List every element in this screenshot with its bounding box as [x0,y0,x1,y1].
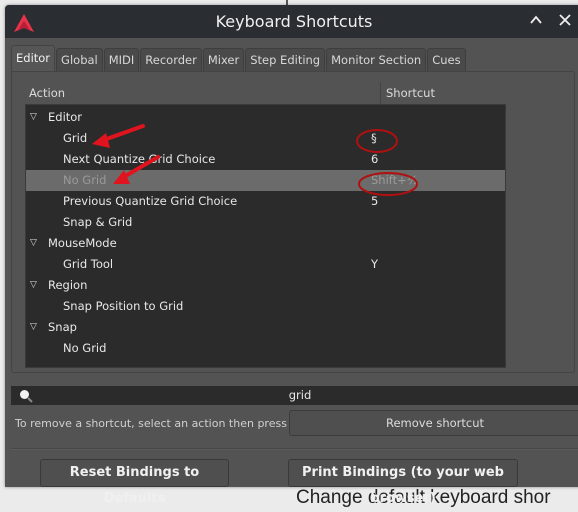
expander-triangle-icon[interactable]: ▽ [30,233,37,254]
chevron-up-icon [530,15,542,24]
column-header-shortcut[interactable]: Shortcut [380,82,435,104]
tree-action-row[interactable]: Snap & Grid [26,212,505,233]
tree-action-row[interactable]: No Grid Shift+½ [26,170,505,191]
expander-triangle-icon[interactable]: ▽ [30,317,37,338]
shortcut-value: § [371,131,377,145]
reset-bindings-button[interactable]: Reset Bindings to Defaults [40,459,229,506]
remove-shortcut-hint: To remove a shortcut, select an action t… [15,417,315,430]
action-label: No Grid [63,173,107,187]
tree-group-row[interactable]: ▽ Snap [26,317,505,338]
divider [11,448,578,450]
close-button[interactable] [554,11,576,33]
tab-mixer[interactable]: Mixer [202,48,245,71]
action-label: Region [48,278,88,292]
minimize-button[interactable] [525,11,547,33]
tree-action-row[interactable]: Previous Quantize Grid Choice 5 [26,191,505,212]
action-label: Snap & Grid [63,215,133,229]
shortcut-value: 5 [371,194,379,208]
tree-action-row[interactable]: No Grid [26,338,505,359]
tree-group-row[interactable]: ▽ Editor [26,107,505,128]
tab-global[interactable]: Global [56,48,103,71]
shortcut-value: 6 [371,152,379,166]
print-bindings-button[interactable]: Print Bindings (to your web browser) [288,459,518,506]
titlebar[interactable]: Keyboard Shortcuts [5,5,578,38]
tree-action-row[interactable]: Next Quantize Grid Choice 6 [26,149,505,170]
tab-cues[interactable]: Cues [427,48,466,71]
action-label: Previous Quantize Grid Choice [63,194,238,208]
action-label: Next Quantize Grid Choice [63,152,216,166]
close-icon [559,14,571,26]
action-label: Grid [63,131,88,145]
shortcut-value: Shift+½ [371,173,418,187]
action-label: Grid Tool [63,257,114,271]
window-title: Keyboard Shortcuts [215,12,373,31]
expander-triangle-icon[interactable]: ▽ [30,107,37,128]
shortcut-value: Y [371,257,379,271]
search-input[interactable]: grid [11,386,578,405]
action-label: Snap [48,320,77,334]
tree-action-row[interactable]: Grid § [26,128,505,149]
shortcuts-tree: ▽ Editor Grid § Next Quantize Grid Choice 6 No… [25,104,506,368]
expander-triangle-icon[interactable]: ▽ [30,275,37,296]
action-label: No Grid [63,341,107,355]
tab-bar: Editor Global MIDI Recorder Mixer Step E… [11,45,467,71]
tree-group-row[interactable]: ▽ Region [26,275,505,296]
tree-group-row[interactable]: ▽ MouseMode [26,233,505,254]
column-header-action[interactable]: Action [29,82,65,104]
search-field[interactable]: grid [11,386,578,405]
tab-editor[interactable]: Editor [11,45,56,71]
tab-panel: Action Shortcut ▽ Editor Grid § Next Quantiz… [11,71,575,373]
action-label: MouseMode [48,236,117,250]
tab-monitor-section[interactable]: Monitor Section [326,48,427,71]
tab-midi[interactable]: MIDI [103,48,140,71]
action-label: Snap Position to Grid [63,299,184,313]
tab-recorder[interactable]: Recorder [140,48,202,71]
action-label: Editor [48,110,83,124]
tree-action-row[interactable]: Snap Position to Grid [26,296,505,317]
column-headers: Action Shortcut [25,82,567,104]
remove-shortcut-button[interactable]: Remove shortcut [289,410,578,436]
tab-step-editing[interactable]: Step Editing [245,48,326,71]
tree-action-row[interactable]: Grid Tool Y [26,254,505,275]
